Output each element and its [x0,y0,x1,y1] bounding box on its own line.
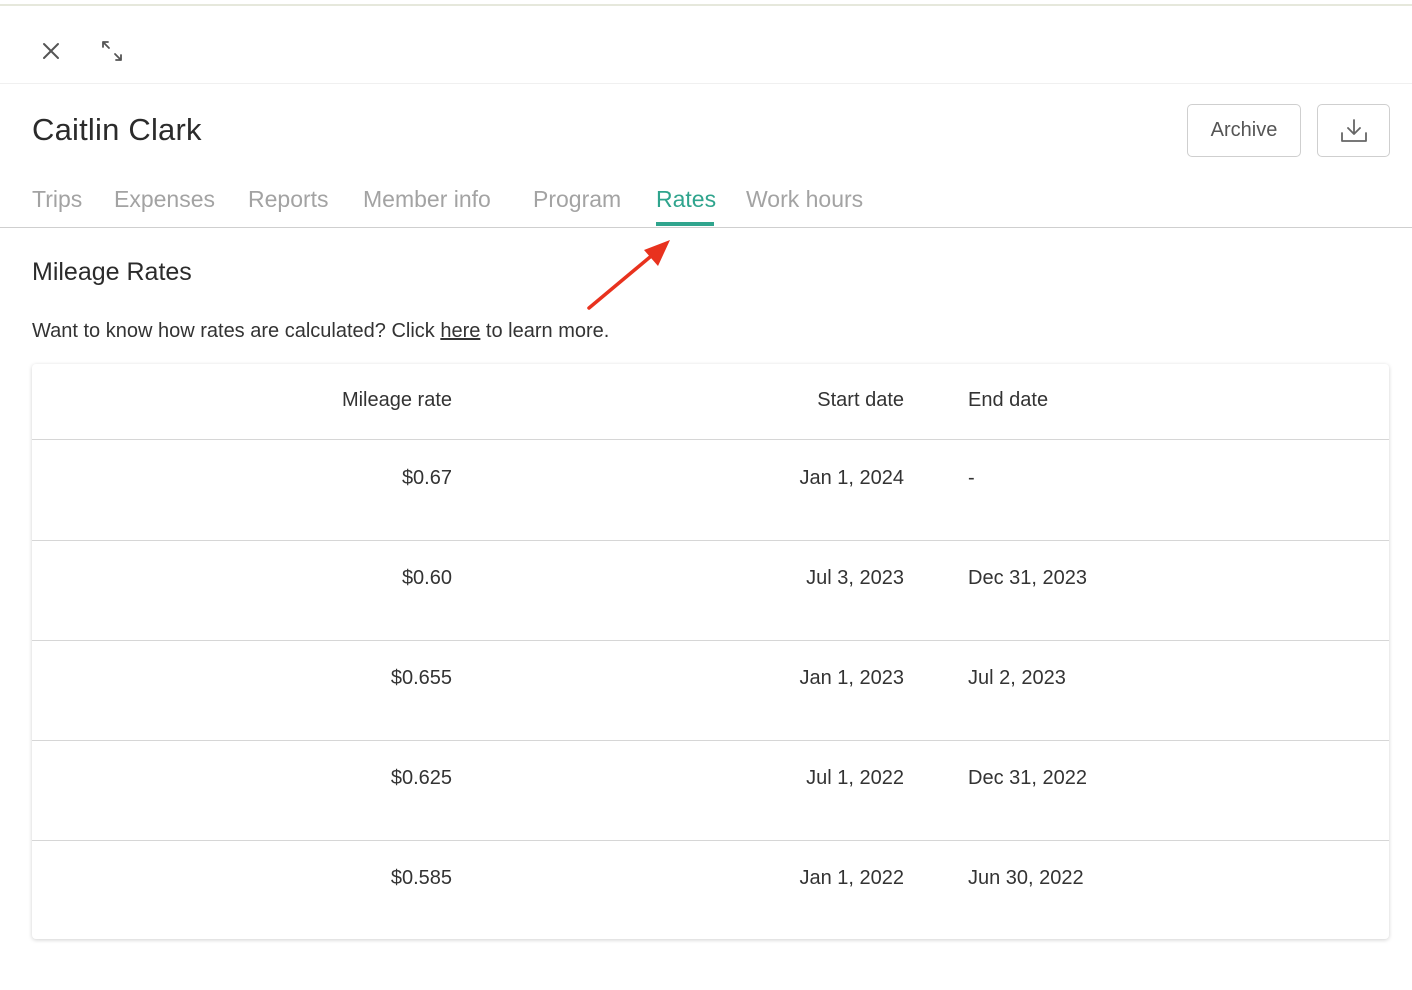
expand-icon [102,41,122,61]
tab-trips[interactable]: Trips [32,186,82,213]
helper-text: Want to know how rates are calculated? C… [32,320,609,343]
active-tab-indicator [656,222,714,226]
tab-reports[interactable]: Reports [248,186,329,213]
header-start-date[interactable]: Start date [817,389,904,412]
cell-start-date: Jul 3, 2023 [806,567,904,589]
close-button[interactable] [35,35,67,67]
archive-button[interactable]: Archive [1187,104,1301,157]
learn-more-link[interactable]: here [440,320,480,342]
download-icon [1340,118,1367,142]
cell-end-date: Jul 2, 2023 [968,667,1066,689]
expand-button[interactable] [96,35,128,67]
section-title: Mileage Rates [32,258,192,286]
cell-mileage-rate: $0.585 [390,867,452,889]
cell-end-date: Dec 31, 2022 [968,767,1087,789]
cell-start-date: Jan 1, 2024 [799,467,904,489]
download-button[interactable] [1317,104,1390,157]
cell-start-date: Jan 1, 2022 [799,867,904,889]
page-title: Caitlin Clark [32,112,202,147]
cell-start-date: Jan 1, 2023 [799,667,904,689]
tab-expenses[interactable]: Expenses [114,186,215,213]
tab-rates[interactable]: Rates [656,186,716,213]
tab-program[interactable]: Program [533,186,621,213]
table-row: $0.625 Jul 1, 2022 Dec 31, 2022 [32,740,1389,841]
table-row: $0.60 Jul 3, 2023 Dec 31, 2023 [32,540,1389,641]
rates-table: Mileage rate Start date End date $0.67 J… [32,364,1389,939]
close-icon [43,43,59,59]
tab-member-info[interactable]: Member info [363,186,491,213]
cell-end-date: - [968,467,975,489]
cell-end-date: Jun 30, 2022 [968,867,1084,889]
cell-mileage-rate: $0.655 [390,667,452,689]
annotation-arrow-icon [587,240,670,310]
cell-mileage-rate: $0.625 [390,767,452,789]
table-row: $0.655 Jan 1, 2023 Jul 2, 2023 [32,640,1389,741]
cell-end-date: Dec 31, 2023 [968,567,1087,589]
cell-mileage-rate: $0.67 [401,467,452,489]
page-header: Caitlin Clark Archive [32,104,1390,160]
header-mileage-rate[interactable]: Mileage rate [342,389,452,412]
helper-suffix: to learn more. [480,320,610,342]
table-row: $0.67 Jan 1, 2024 - [32,440,1389,541]
header-end-date[interactable]: End date [968,389,1048,412]
tab-work-hours[interactable]: Work hours [746,186,863,213]
table-row: $0.585 Jan 1, 2022 Jun 30, 2022 [32,840,1389,939]
panel-toolbar [0,6,1412,84]
cell-mileage-rate: $0.60 [401,567,452,589]
tab-bar: Trips Expenses Reports Member info Progr… [0,180,1412,228]
helper-prefix: Want to know how rates are calculated? C… [32,320,441,342]
cell-start-date: Jul 1, 2022 [806,767,904,789]
table-header-row: Mileage rate Start date End date [32,364,1389,440]
